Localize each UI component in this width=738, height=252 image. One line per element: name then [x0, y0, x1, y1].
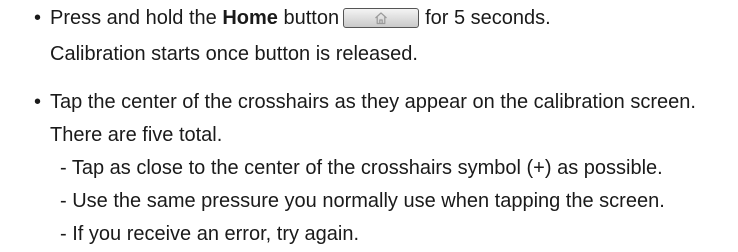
instruction-text: for 5 seconds.: [425, 7, 551, 29]
calibration-instructions: • Press and hold the Home button for 5 sec…: [0, 0, 738, 252]
instruction-text: button: [277, 7, 340, 29]
instruction-continuation: Calibration starts once button is releas…: [50, 43, 418, 65]
sub-instruction: - Tap as close to the center of the cros…: [60, 157, 663, 179]
sub-instruction: - Use the same pressure you normally use…: [60, 190, 665, 212]
instruction-text: Tap the center of the crosshairs as they…: [50, 91, 696, 113]
instruction-continuation: There are five total.: [50, 124, 223, 146]
home-button-illustration: [343, 8, 420, 28]
sub-instruction: - If you receive an error, try again.: [60, 223, 360, 245]
bullet: •: [34, 7, 42, 29]
home-keyword: Home: [222, 7, 278, 29]
instruction-text: Press and hold the: [50, 7, 223, 29]
instruction-item-press-home: • Press and hold the Home button for 5 sec…: [34, 6, 551, 30]
home-icon: [375, 12, 387, 25]
bullet: •: [34, 91, 42, 113]
instruction-item-tap-crosshairs: • Tap the center of the crosshairs as the…: [34, 90, 696, 114]
